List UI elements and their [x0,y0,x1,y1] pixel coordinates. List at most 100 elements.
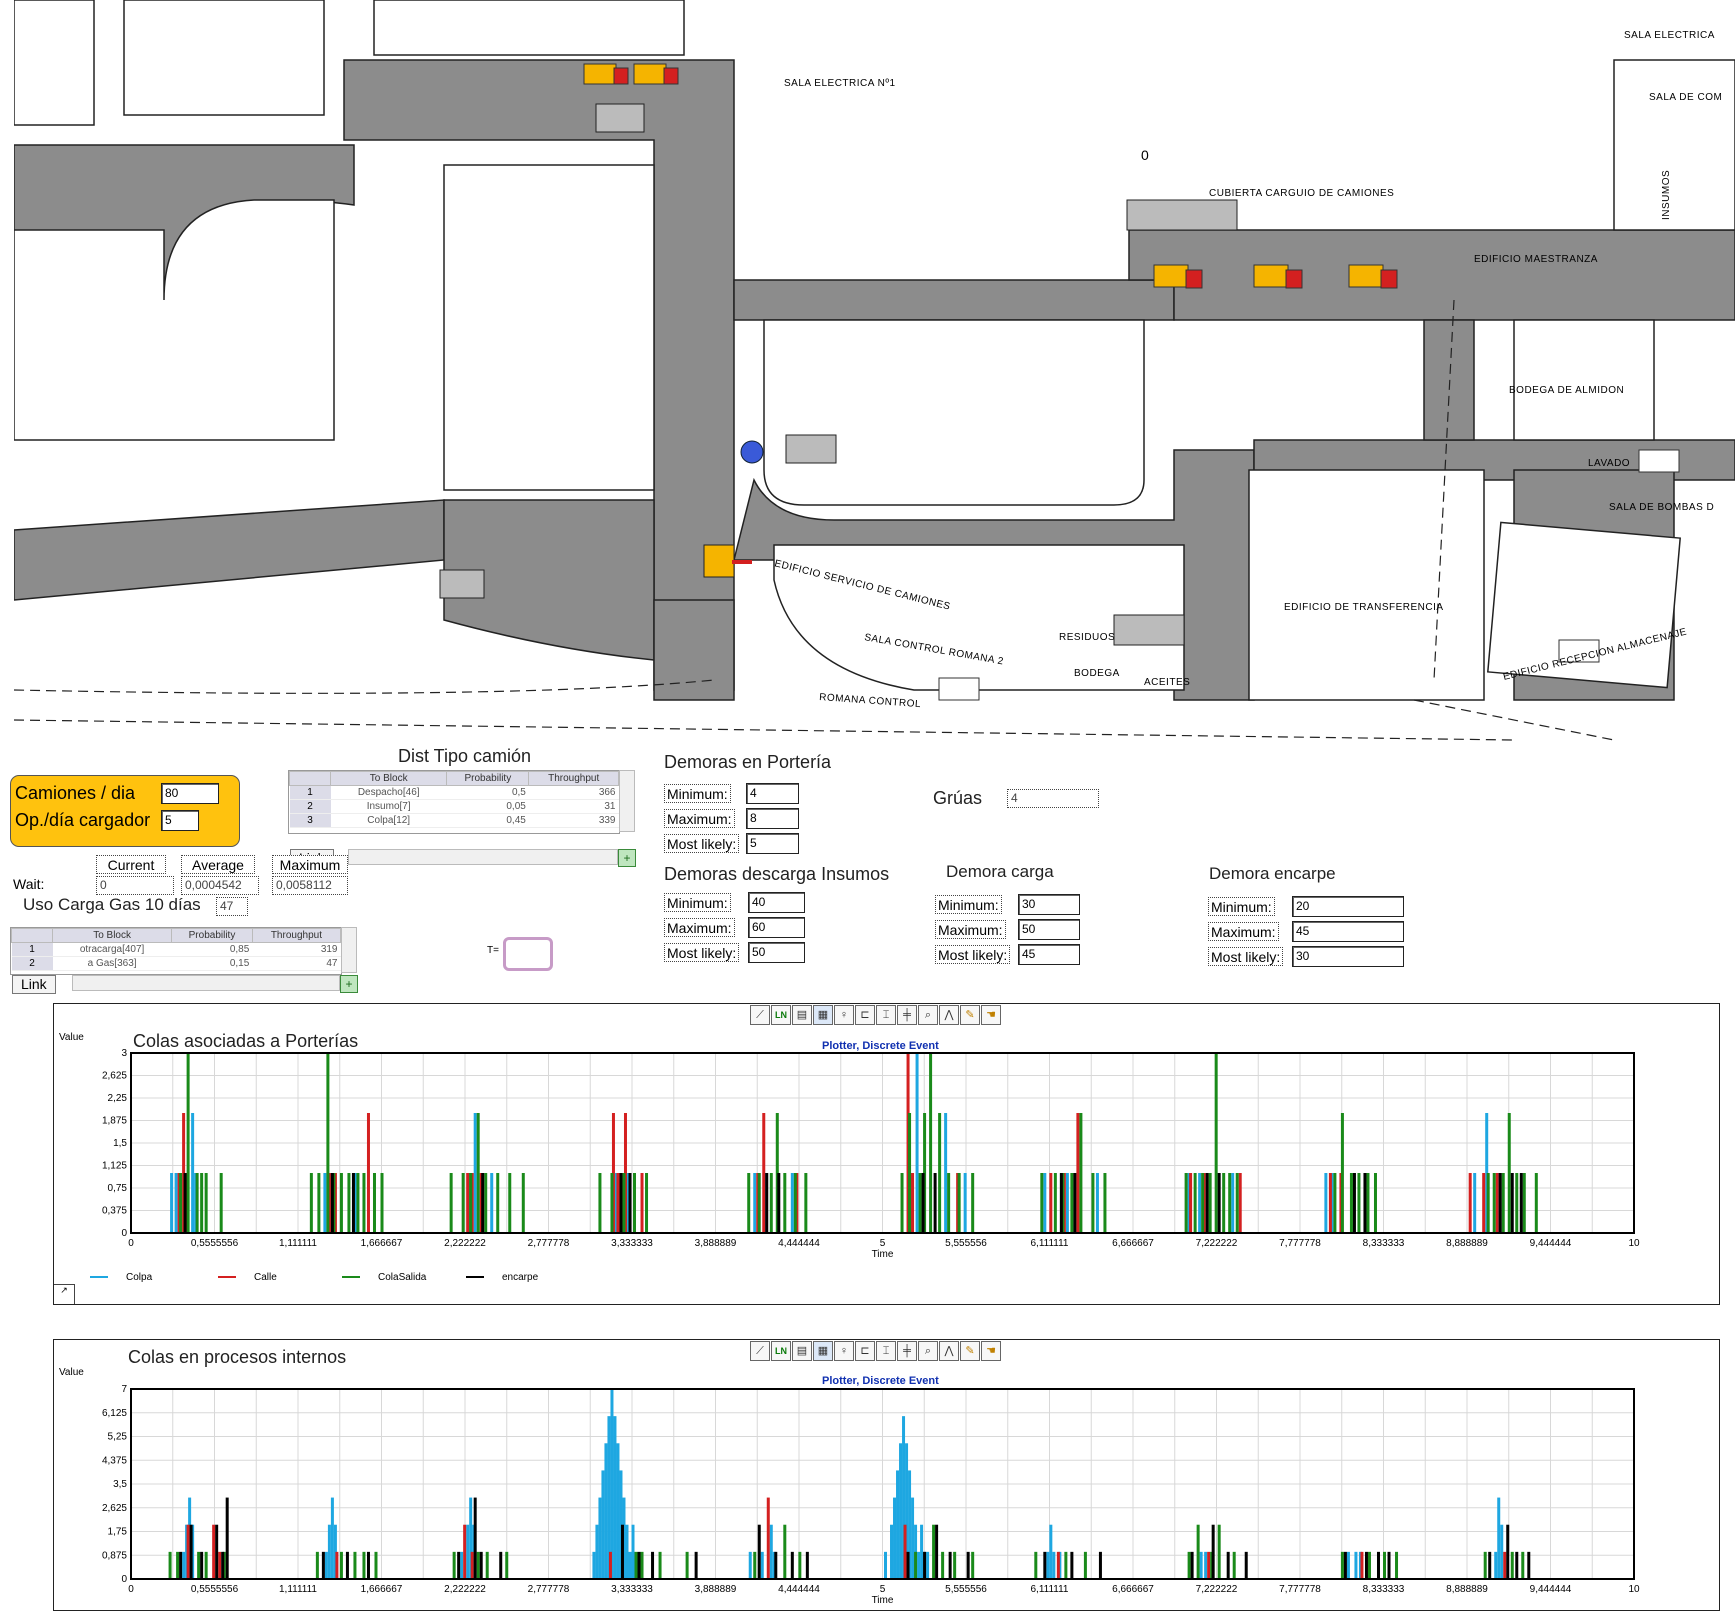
carga-min-input[interactable]: 30 [1018,894,1080,915]
table-row[interactable]: 2 Insumo[7] 0,05 31 [289,799,619,814]
y-tick-label: 1,5 [113,1138,127,1149]
encarpe-max-input[interactable]: 45 [1292,921,1404,942]
green-plus-icon[interactable]: + [340,975,358,993]
gruas-input[interactable]: 4 [1007,789,1099,808]
hand-icon[interactable]: ☚ [981,1341,1001,1361]
data-bar [598,1497,602,1579]
wait-maximum-value: 0,0058112 [272,876,348,895]
grid-icon[interactable]: ▦ [813,1005,833,1025]
data-bar [1510,1551,1514,1579]
porteria-min-input[interactable]: 4 [746,783,799,804]
dist-tipo-vscroll[interactable] [619,770,635,832]
carga-ml-input[interactable]: 45 [1018,944,1080,965]
table-row[interactable]: 1 otracarga[407] 0,85 319 [11,942,341,957]
axis-i-icon[interactable]: ⌶ [876,1005,896,1025]
ln-icon[interactable]: LN [771,1341,791,1361]
line-plot-icon[interactable]: ⟋ [750,1005,770,1025]
insumos-max-input[interactable]: 60 [748,917,805,938]
data-bar [947,1173,951,1233]
data-bar [186,1053,190,1233]
table-icon[interactable]: ▤ [792,1005,812,1025]
dist-gas-hscroll[interactable] [72,975,340,991]
grid-icon[interactable]: ▦ [813,1341,833,1361]
data-bar [330,1173,334,1233]
data-bar [1073,1173,1077,1233]
x-axis-label: Time [872,1595,894,1606]
data-bar [215,1524,219,1579]
data-bar [1235,1173,1239,1233]
zoom-icon[interactable]: ⌕ [918,1341,938,1361]
data-bar [595,1524,599,1579]
cursor-icon[interactable]: ⋀ [939,1005,959,1025]
data-bar [1205,1173,1209,1233]
data-bar [1488,1551,1492,1579]
x-tick-label: 10 [1628,1584,1640,1595]
data-bar [309,1173,313,1233]
data-bar [1053,1173,1057,1233]
pin-icon[interactable]: ♀ [834,1341,854,1361]
chart-plot-area[interactable]: 0 0,875 1,75 2,625 3,5 4,375 5,25 6,125 7 0 0,5555… [54,1385,1719,1607]
op-cargador-input[interactable]: 5 [161,810,199,831]
data-bar [362,1173,366,1233]
encarpe-min-input[interactable]: 20 [1292,896,1404,917]
dist-tipo-hscroll[interactable] [348,849,618,865]
table-row[interactable]: 2 a Gas[363] 0,15 47 [11,956,341,971]
data-bar [1357,1173,1361,1233]
data-bar [1204,1551,1208,1579]
axis-icon[interactable]: ⊏ [855,1005,875,1025]
data-bar [971,1551,975,1579]
porteria-max-input[interactable]: 8 [746,808,799,829]
table-row[interactable]: 1 Despacho[46] 0,5 366 [289,785,619,800]
dist-tipo-table[interactable]: To Block Probability Throughput 1 Despac… [288,770,620,834]
data-bar [1500,1524,1504,1579]
camiones-input[interactable]: 80 [161,783,219,804]
data-bar [470,1551,474,1579]
plotter-porterias[interactable]: ⟋ LN ▤ ▦ ♀ ⊏ ⌶ ╪ ⌕ ⋀ ✎ ☚ Colas asociadas… [53,1003,1720,1305]
data-bar [906,1551,910,1579]
table-row[interactable]: 3 Colpa[12] 0,45 339 [289,813,619,828]
data-bar [1040,1173,1044,1233]
y-tick-label: 5,25 [108,1432,128,1443]
x-tick-label: 3,333333 [611,1584,653,1595]
corner-resize-icon[interactable]: ↗ [54,1284,75,1304]
axis-i-icon[interactable]: ⌶ [876,1341,896,1361]
cursor-icon[interactable]: ⋀ [939,1341,959,1361]
encarpe-ml-input[interactable]: 30 [1292,946,1404,967]
data-bar [1208,1173,1212,1233]
table-icon[interactable]: ▤ [792,1341,812,1361]
chart-plot-area[interactable]: 0 0,375 0,75 1,125 1,5 1,875 2,25 2,625 3 0 0,5555… [54,1049,1719,1261]
line-plot-icon[interactable]: ⟋ [750,1341,770,1361]
x-tick-label: 1,111111 [279,1238,317,1249]
porteria-title: Demoras en Portería [664,752,832,772]
pin-icon[interactable]: ♀ [834,1005,854,1025]
carga-max-input[interactable]: 50 [1018,919,1080,940]
data-bar [485,1551,489,1579]
dist-gas-link-button[interactable]: Link [12,975,56,994]
pen-icon[interactable]: ✎ [960,1005,980,1025]
data-bar [461,1173,465,1233]
data-bar [914,1551,918,1579]
dist-gas-table[interactable]: To Block Probability Throughput 1 otraca… [10,927,342,975]
data-bar [219,1173,223,1233]
hand-icon[interactable]: ☚ [981,1005,1001,1025]
data-bar [896,1470,900,1579]
insumos-ml-label: Most likely: [664,943,740,962]
insumos-ml-input[interactable]: 50 [748,942,805,963]
data-bar [625,1524,629,1579]
pen-icon[interactable]: ✎ [960,1341,980,1361]
insumos-min-input[interactable]: 40 [748,892,805,913]
porteria-ml-input[interactable]: 5 [746,833,799,854]
encarpe-ml-label: Most likely: [1208,947,1284,966]
axis-icon[interactable]: ⊏ [855,1341,875,1361]
zoom-icon[interactable]: ⌕ [918,1005,938,1025]
wait-maximum-header: Maximum [272,855,348,874]
plotter-procesos[interactable]: ⟋ LN ▤ ▦ ♀ ⊏ ⌶ ╪ ⌕ ⋀ ✎ ☚ Colas en proces… [53,1339,1720,1611]
carga-ml-label: Most likely: [935,945,1011,964]
ln-icon[interactable]: LN [771,1005,791,1025]
axis-cross-icon[interactable]: ╪ [897,1341,917,1361]
axis-cross-icon[interactable]: ╪ [897,1005,917,1025]
data-bar [1083,1551,1087,1579]
green-plus-icon[interactable]: + [618,849,636,867]
dist-gas-vscroll[interactable] [341,927,357,973]
data-bar [505,1551,509,1579]
